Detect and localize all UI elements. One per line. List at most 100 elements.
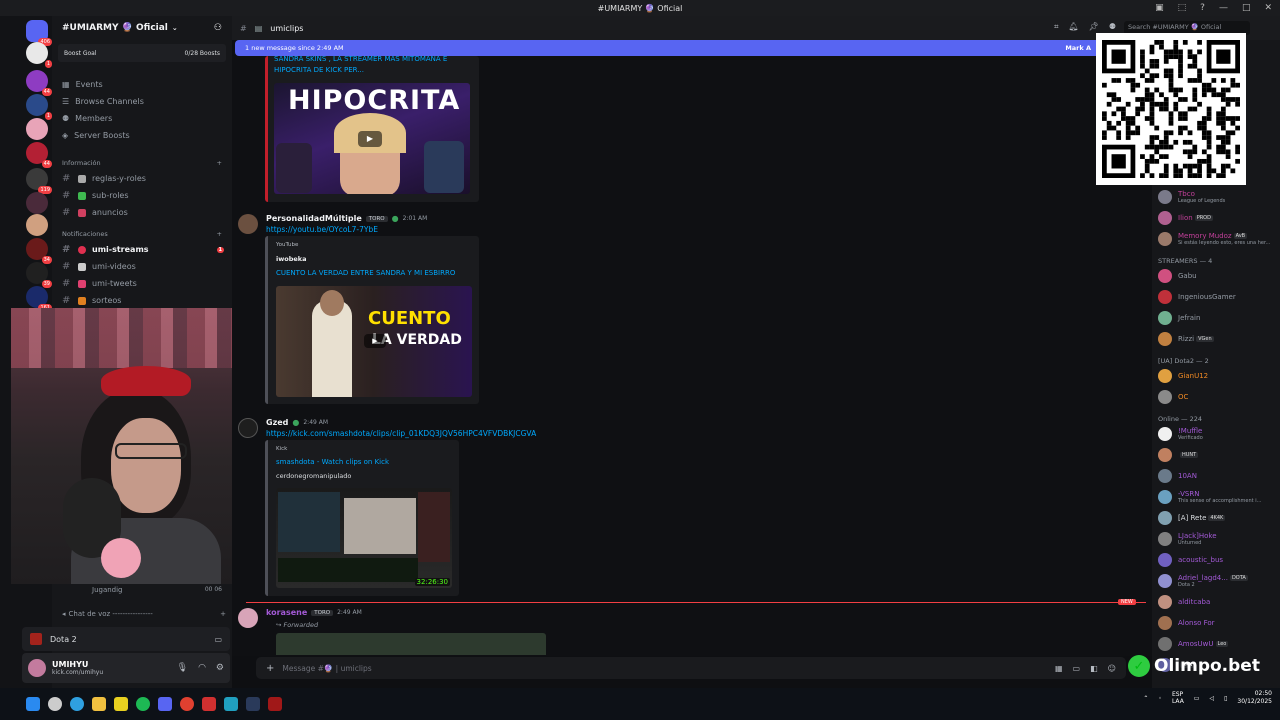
member-item[interactable]: IngeniousGamer [1158, 290, 1280, 304]
server-icon-active[interactable] [26, 118, 48, 140]
add-attachment-icon[interactable]: + [266, 663, 274, 674]
member-item[interactable]: Jefrain [1158, 311, 1280, 325]
activity-panel[interactable]: Dota 2 ▭ [22, 627, 230, 651]
member-item[interactable]: Memory Mudoz AvB Si estás leyendo esto, er… [1158, 232, 1280, 246]
pin-icon[interactable]: 📌︎ [1089, 22, 1099, 32]
avatar[interactable] [1158, 637, 1172, 651]
server-icon[interactable]: 44 [26, 142, 52, 168]
app-icon[interactable] [202, 697, 216, 711]
clip-thumbnail[interactable]: 32:26:30 [276, 488, 452, 588]
minimize-button[interactable]: — [1219, 3, 1228, 13]
member-list-icon[interactable]: ⚉ [1109, 22, 1116, 32]
avatar[interactable] [1158, 469, 1172, 483]
server-icon[interactable]: 39 [26, 262, 52, 288]
notes-icon[interactable] [114, 697, 128, 711]
message-link[interactable]: https://kick.com/smashdota/clips/clip_01… [266, 429, 536, 438]
member-item[interactable]: -VSRN This sense of accomplishment i... [1158, 490, 1280, 504]
video-thumbnail[interactable]: CUENTO LA VERDAD ▶ [276, 286, 472, 397]
member-item[interactable]: Rizzi VGen [1158, 332, 1280, 346]
member-item[interactable]: OC [1158, 390, 1280, 404]
avatar[interactable] [1158, 448, 1172, 462]
voice-category[interactable]: ◂ Chat de voz ---------------- + [62, 610, 226, 618]
spotify-icon[interactable] [136, 697, 150, 711]
avatar[interactable] [1158, 511, 1172, 525]
category-notificaciones[interactable]: Notificaciones + [52, 227, 232, 241]
edge-icon[interactable] [70, 697, 84, 711]
message-author[interactable]: korasene [266, 608, 307, 617]
clock[interactable]: 02:50 30/12/2025 [1237, 690, 1272, 706]
video-thumbnail[interactable]: HIPOCRITA ▶ [274, 83, 470, 194]
avatar[interactable] [1158, 290, 1172, 304]
category-informacion[interactable]: Información + [52, 156, 232, 170]
server-icon[interactable]: 44 [26, 70, 52, 96]
member-item[interactable]: LJack]Hoke Unturned [1158, 532, 1280, 546]
server-icon[interactable]: 161 [26, 286, 52, 312]
apple-icon[interactable] [48, 697, 62, 711]
gif-icon[interactable]: ▭ [1073, 664, 1081, 673]
message-input[interactable]: + Message #🔮 | umiclips ▦ ▭ ◧ ☺ [256, 657, 1126, 679]
member-item[interactable]: Alonso For [1158, 616, 1280, 630]
avatar[interactable] [1158, 190, 1172, 204]
avatar[interactable] [1158, 332, 1172, 346]
member-item[interactable]: Gabu [1158, 269, 1280, 283]
avatar[interactable] [1158, 553, 1172, 567]
chrome-icon[interactable] [180, 697, 194, 711]
avatar[interactable] [1158, 532, 1172, 546]
bell-icon[interactable]: 🔔︎ [1069, 22, 1079, 32]
guild-header[interactable]: #UMIARMY 🔮 Oficial ⌄ ⚇ [52, 16, 232, 40]
dota-icon[interactable] [268, 697, 282, 711]
avatar[interactable] [1158, 616, 1172, 630]
member-item[interactable]: AmosUwU Leo [1158, 637, 1280, 651]
headphones-icon[interactable]: ◠ [198, 663, 206, 673]
channel-reglas-y-roles[interactable]: # reglas-y-roles [52, 170, 232, 187]
channel-umi-tweets[interactable]: # umi-tweets [52, 275, 232, 292]
voice-item[interactable]: Jugandig 00 06 [92, 586, 222, 594]
plus-icon[interactable]: + [220, 610, 226, 618]
avatar[interactable] [28, 659, 46, 677]
forwarded-attachment[interactable] [276, 633, 546, 655]
server-icon[interactable]: 1 [26, 42, 52, 68]
server-icon[interactable]: 34 [26, 238, 52, 264]
member-item[interactable]: 10AN [1158, 469, 1280, 483]
home-button[interactable]: 406 [26, 20, 52, 46]
member-item[interactable]: Adriel_lagd4... DOTA Dota 2 [1158, 574, 1280, 588]
steam-icon[interactable] [246, 697, 260, 711]
member-item[interactable]: !Muffle Verificado [1158, 427, 1280, 441]
avatar[interactable] [1158, 232, 1172, 246]
server-icon[interactable]: 1 [26, 94, 52, 120]
nav-events[interactable]: ▦ Events [52, 76, 232, 93]
member-item[interactable]: alditcaba [1158, 595, 1280, 609]
language-indicator[interactable]: ESP LAA [1172, 691, 1184, 705]
mic-icon[interactable]: 🎙 [177, 663, 188, 673]
windows-start-icon[interactable] [26, 697, 40, 711]
avatar[interactable] [238, 608, 258, 628]
screen-icon[interactable]: ▭ [214, 635, 222, 644]
channel-anuncios[interactable]: # anuncios [52, 204, 232, 221]
member-item[interactable]: HUNT [1158, 448, 1280, 462]
embed-title[interactable]: smashdota - Watch clips on Kick [276, 458, 389, 466]
message-author[interactable]: PersonalidadMúltiple [266, 214, 362, 223]
avatar[interactable] [1158, 427, 1172, 441]
server-icon[interactable] [26, 214, 48, 236]
server-icon[interactable] [26, 192, 48, 214]
pin-icon[interactable]: ⬚ [1178, 3, 1187, 13]
sticker-icon[interactable]: ◧ [1090, 664, 1098, 673]
play-icon[interactable]: ▶ [358, 131, 382, 147]
avatar[interactable] [1158, 490, 1172, 504]
boost-goal[interactable]: Boost Goal 0/28 Boosts [58, 44, 226, 62]
member-item[interactable]: GianU12 [1158, 369, 1280, 383]
nav-server-boosts[interactable]: ◈ Server Boosts [52, 127, 232, 144]
volume-icon[interactable]: ◁ [1209, 695, 1214, 702]
nav-browse-channels[interactable]: ☰ Browse Channels [52, 93, 232, 110]
avatar[interactable] [238, 214, 258, 234]
mark-as-read-button[interactable]: Mark A [1065, 44, 1091, 52]
message-link[interactable]: https://youtu.be/OYcoL7-7YbE [266, 225, 378, 234]
folder-icon[interactable] [92, 697, 106, 711]
maximize-button[interactable]: □ [1242, 3, 1251, 13]
embed-author[interactable]: iwobeka [276, 255, 306, 263]
member-item[interactable]: [A] Rete 4K4K [1158, 511, 1280, 525]
embed-title[interactable]: CUENTO LA VERDAD ENTRE SANDRA Y MI ESBIR… [276, 269, 455, 277]
embed-title[interactable]: SANDRA SKINS , LA STREAMER MAS MITOMANA … [274, 54, 464, 76]
avatar[interactable] [1158, 595, 1172, 609]
play-icon[interactable]: ▶ [364, 334, 386, 348]
